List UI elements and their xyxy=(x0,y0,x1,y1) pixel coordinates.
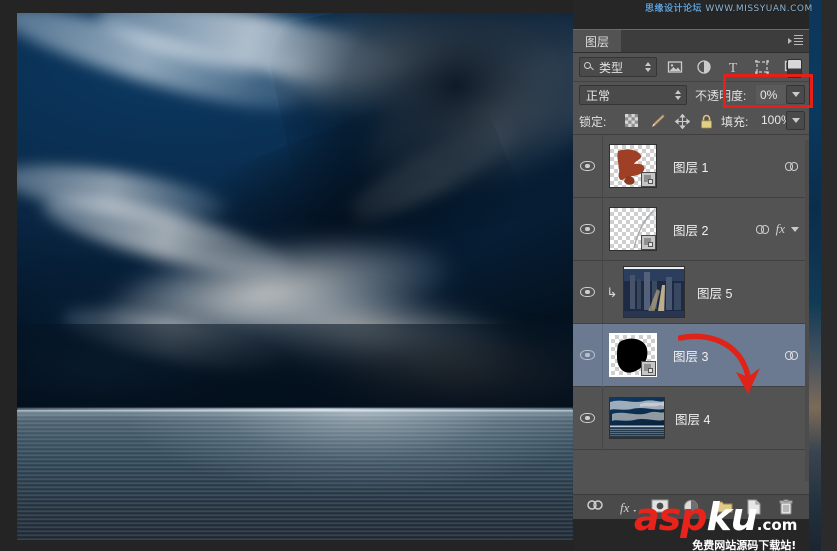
svg-text:fx: fx xyxy=(620,500,630,515)
lock-all-icon[interactable] xyxy=(700,114,714,129)
watermark-top: 思缘设计论坛 WWW.MISSYUAN.COM xyxy=(645,1,813,14)
watermark-top-url: WWW.MISSYUAN.COM xyxy=(705,4,813,14)
layer-row-icons[interactable]: fx xyxy=(755,221,799,237)
clipping-mask-arrow-icon: ↳ xyxy=(606,284,618,300)
filter-pixel-layers-icon[interactable] xyxy=(667,59,683,75)
lock-icons[interactable] xyxy=(625,108,714,134)
layer-thumbnail[interactable] xyxy=(609,333,657,377)
layer-visibility-toggle[interactable] xyxy=(573,386,603,450)
layer-visibility-toggle[interactable] xyxy=(573,323,603,387)
link-icon[interactable] xyxy=(785,350,799,360)
lock-transparent-pixels-icon[interactable] xyxy=(625,114,639,128)
watermark-brand-tld: .com xyxy=(756,516,798,534)
layer-list[interactable]: 图层 1 图层 2 fx ↳ 图层 5 图层 3 图层 4 xyxy=(573,135,809,476)
layer-thumbnail-image xyxy=(623,266,685,318)
fill-dropdown-button[interactable] xyxy=(786,111,805,130)
table-row[interactable]: ↳ 图层 5 xyxy=(573,260,809,324)
blend-mode-value: 正常 xyxy=(586,88,611,103)
ocean-horizon-line xyxy=(17,408,573,411)
filter-kind-select[interactable]: 类型 xyxy=(579,57,657,77)
link-layers-icon[interactable] xyxy=(587,499,603,515)
panel-tab-bar[interactable]: 图层 xyxy=(573,30,809,53)
table-row[interactable]: 图层 4 xyxy=(573,386,809,450)
filter-adjustment-layers-icon[interactable] xyxy=(696,59,712,75)
layer-visibility-toggle[interactable] xyxy=(573,197,603,261)
svg-text:T: T xyxy=(729,61,738,75)
layer-thumbnail[interactable] xyxy=(623,266,685,318)
layer-name[interactable]: 图层 4 xyxy=(675,409,799,428)
layer-name[interactable]: 图层 3 xyxy=(673,346,785,365)
photoshop-window: 图层 类型 T 正常 不透明度: 0% 锁定: 填充: 100% 图层 1 图层… xyxy=(0,0,837,551)
tab-layers[interactable]: 图层 xyxy=(573,30,621,52)
fx-icon[interactable]: fx xyxy=(776,221,785,237)
canvas-image[interactable] xyxy=(17,13,573,540)
filter-kind-label: 类型 xyxy=(599,60,624,75)
layer-thumbnail-image xyxy=(609,397,665,439)
watermark-brand-asp: asp xyxy=(634,495,707,539)
fill-label: 填充: xyxy=(721,115,749,129)
link-icon[interactable] xyxy=(755,224,770,234)
filter-type-layers-icon[interactable]: T xyxy=(725,59,741,76)
ocean-shimmer xyxy=(17,410,573,540)
eye-icon xyxy=(580,350,595,360)
layer-name[interactable]: 图层 1 xyxy=(673,157,785,176)
layer-name[interactable]: 图层 5 xyxy=(697,283,799,302)
panel-menu-icon[interactable] xyxy=(788,35,804,47)
eye-icon xyxy=(580,287,595,297)
sea-dark-band xyxy=(17,324,573,410)
table-row[interactable]: 图层 1 xyxy=(573,135,809,198)
chevron-down-icon xyxy=(791,118,800,123)
lock-position-icon[interactable] xyxy=(674,113,691,130)
eye-icon xyxy=(580,224,595,234)
watermark-top-cn: 思缘设计论坛 xyxy=(645,4,703,14)
smart-object-badge-icon xyxy=(641,361,656,376)
link-icon[interactable] xyxy=(785,161,799,171)
search-icon xyxy=(584,61,595,73)
watermark-bottom-sub: 免费网站源码下载站! xyxy=(692,539,797,551)
right-dock-strip xyxy=(809,0,837,551)
lock-label: 锁定: xyxy=(579,115,607,129)
filter-shape-layers-icon[interactable] xyxy=(754,59,770,75)
layer-thumbnail[interactable] xyxy=(609,144,657,188)
layer-thumbnail[interactable] xyxy=(609,207,657,251)
watermark-bottom: aspku.com 免费网站源码下载站! xyxy=(634,495,798,551)
lock-row[interactable]: 锁定: 填充: 100% xyxy=(573,108,809,135)
layer-visibility-toggle[interactable] xyxy=(573,260,603,324)
spinner-up-down-icon[interactable] xyxy=(642,62,653,72)
spinner-up-down-icon[interactable] xyxy=(672,90,683,100)
layer-thumbnail[interactable] xyxy=(609,397,665,439)
layer-row-icons[interactable] xyxy=(785,350,799,360)
smart-object-badge-icon xyxy=(641,172,656,187)
chevron-down-icon[interactable] xyxy=(791,226,799,232)
watermark-brand-ku: ku xyxy=(706,495,757,539)
table-row[interactable]: 图层 2 fx xyxy=(573,197,809,261)
document-canvas-area[interactable] xyxy=(0,0,573,551)
add-layer-style-icon[interactable]: fx xyxy=(619,499,636,515)
layer-visibility-toggle[interactable] xyxy=(573,135,603,198)
smart-object-badge-icon xyxy=(641,235,656,250)
eye-icon xyxy=(580,413,595,423)
opacity-highlight-box xyxy=(723,74,813,108)
table-row[interactable]: 图层 3 xyxy=(573,323,809,387)
blend-mode-select[interactable]: 正常 xyxy=(579,85,687,105)
layer-row-icons[interactable] xyxy=(785,161,799,171)
layer-name[interactable]: 图层 2 xyxy=(673,220,756,239)
lock-image-pixels-icon[interactable] xyxy=(650,114,665,128)
eye-icon xyxy=(580,161,595,171)
